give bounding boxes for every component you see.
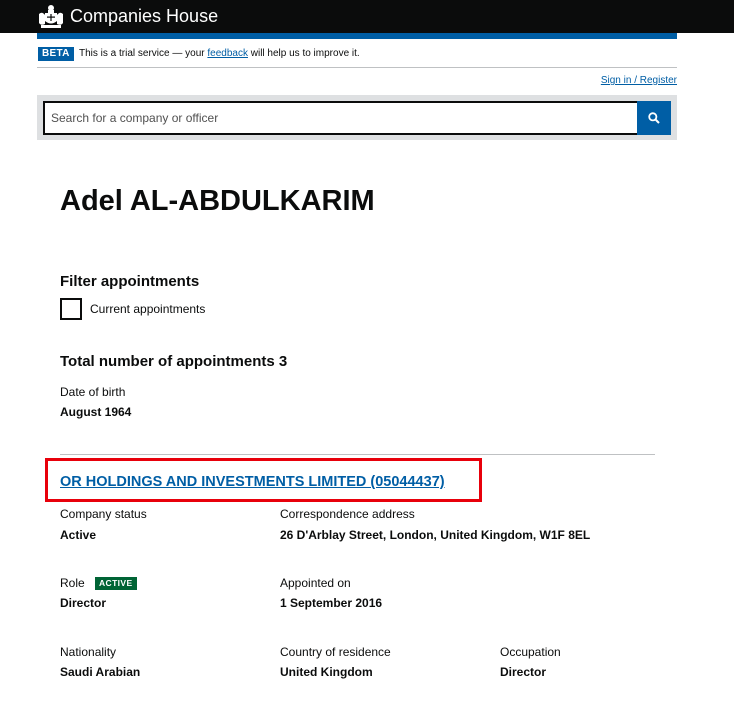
phase-banner: BETA This is a trial service — your feed… [37, 45, 677, 65]
company-status-value: Active [60, 528, 97, 542]
brand-title[interactable]: Companies House [70, 6, 218, 26]
feedback-link[interactable]: feedback [207, 48, 248, 59]
header-accent-bar [37, 33, 677, 39]
company-link[interactable]: OR HOLDINGS AND INVESTMENTS LIMITED (050… [60, 474, 445, 490]
dob-label: Date of birth [60, 385, 126, 399]
company-status-label: Company status [60, 507, 147, 521]
officer-name: Adel AL-ABDULKARIM [60, 185, 375, 217]
appointments-total: Total number of appointments 3 [60, 353, 288, 370]
appointments-divider [60, 454, 655, 455]
residence-value: United Kingdom [280, 665, 373, 679]
dob-value: August 1964 [60, 405, 132, 419]
search-panel [37, 95, 677, 140]
beta-badge: BETA [38, 47, 74, 61]
site-header: Companies House [0, 0, 734, 33]
current-appointments-checkbox[interactable] [60, 298, 82, 320]
appointed-value: 1 September 2016 [280, 596, 383, 610]
role-value: Director [60, 596, 107, 610]
appointed-label: Appointed on [280, 576, 351, 590]
beta-message: This is a trial service — your feedback … [79, 47, 360, 60]
address-label: Correspondence address [280, 507, 415, 521]
occupation-value: Director [500, 665, 547, 679]
filter-heading: Filter appointments [60, 273, 200, 290]
search-button[interactable] [637, 101, 671, 135]
nationality-value: Saudi Arabian [60, 665, 141, 679]
address-value: 26 D'Arblay Street, London, United Kingd… [280, 528, 591, 542]
search-icon [648, 112, 660, 124]
role-label: Role [60, 576, 85, 590]
occupation-label: Occupation [500, 645, 561, 659]
beta-text-after: will help us to improve it. [250, 48, 360, 59]
sign-in-link[interactable]: Sign in / Register [601, 75, 677, 86]
active-status-badge: ACTIVE [95, 577, 137, 590]
beta-text-before: This is a trial service — your [79, 48, 205, 59]
nationality-label: Nationality [60, 645, 117, 659]
royal-crest-icon [39, 5, 63, 28]
residence-label: Country of residence [280, 645, 391, 659]
current-appointments-label[interactable]: Current appointments [90, 302, 205, 316]
search-input[interactable] [43, 101, 641, 135]
banner-divider [37, 67, 677, 68]
